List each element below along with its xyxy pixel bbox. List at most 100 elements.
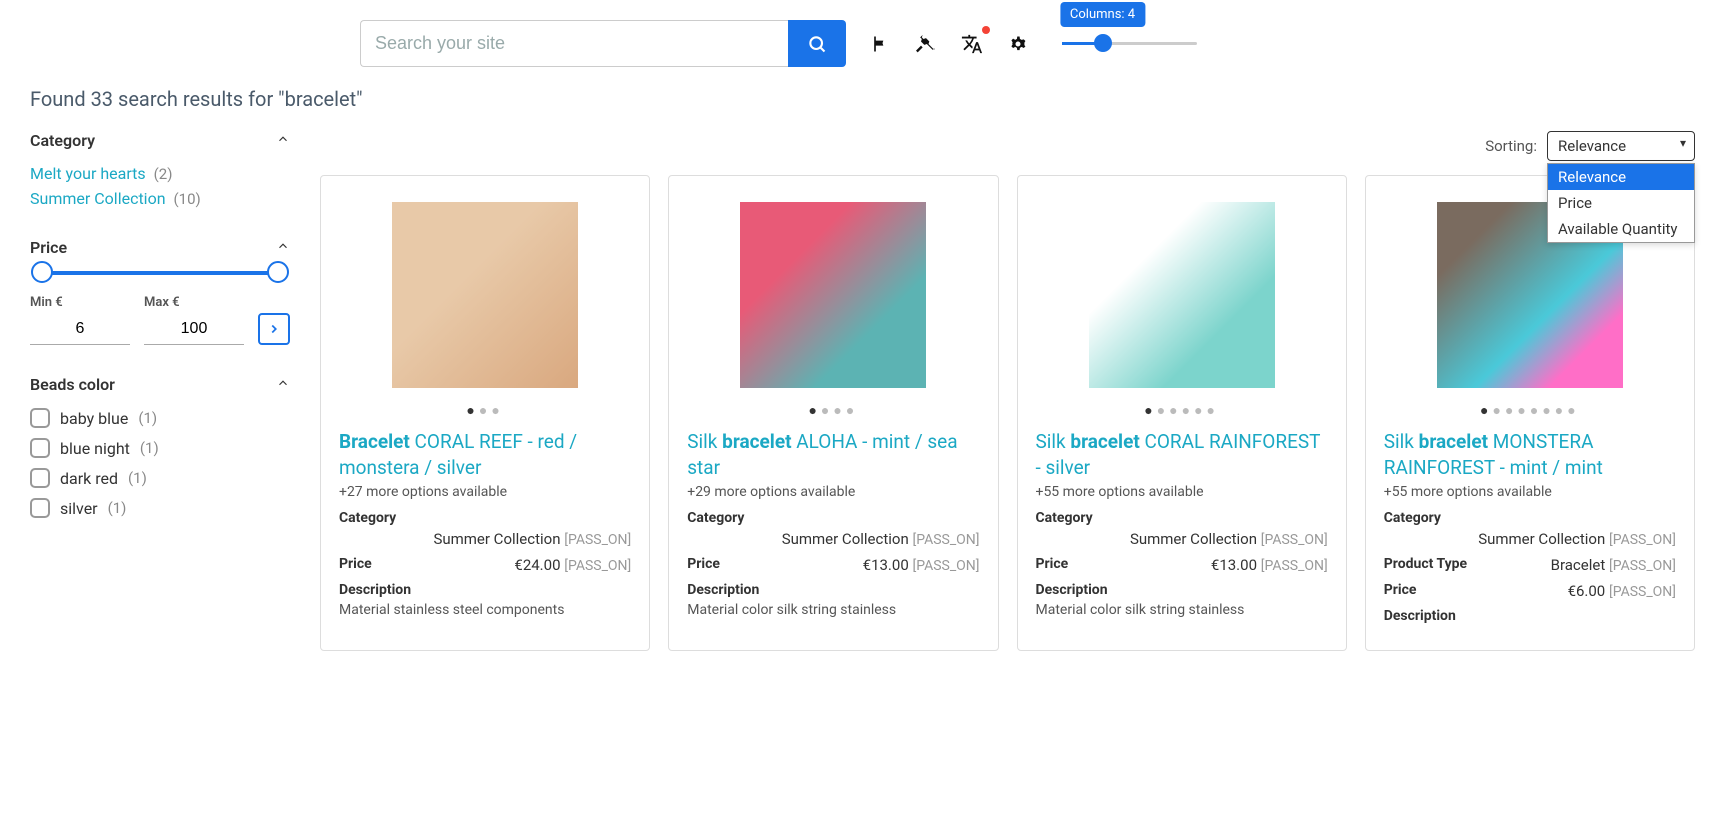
product-image[interactable] <box>1089 202 1275 388</box>
more-options: +55 more options available <box>1384 484 1676 500</box>
flag-icon[interactable] <box>868 32 892 56</box>
sort-option-price[interactable]: Price <box>1548 190 1694 216</box>
category-value: Summer Collection <box>1130 530 1257 548</box>
facet-header-category[interactable]: Category <box>30 131 290 150</box>
product-card: ●●●●●●●● Silk bracelet MONSTERA RAINFORE… <box>1365 175 1695 651</box>
meta-label-category: Category <box>1384 510 1676 526</box>
chevron-up-icon <box>276 375 290 394</box>
checkbox-label: silver <box>60 499 98 518</box>
checkbox[interactable] <box>30 498 50 518</box>
meta-label-description: Description <box>339 582 631 598</box>
carousel-dots[interactable]: ●●●●●●●● <box>1384 402 1676 419</box>
facet-beads-color: Beads color baby blue (1) blue night (1)… <box>30 375 290 518</box>
category-label: Summer Collection <box>30 189 166 208</box>
product-title[interactable]: Bracelet CORAL REEF - red / monstera / s… <box>339 429 631 480</box>
facet-header-beads[interactable]: Beads color <box>30 375 290 394</box>
slider-thumb[interactable] <box>1094 34 1112 52</box>
category-value: Summer Collection <box>433 530 560 548</box>
min-price-label: Min € <box>30 295 130 310</box>
checkbox-count: (1) <box>108 499 127 517</box>
columns-slider[interactable]: Columns: 4 <box>1062 42 1197 45</box>
facet-header-price[interactable]: Price <box>30 238 290 257</box>
category-label: Melt your hearts <box>30 164 146 183</box>
category-item[interactable]: Summer Collection (10) <box>30 189 290 208</box>
price-inputs: Min € Max € <box>30 295 290 345</box>
max-price-input[interactable] <box>144 314 244 345</box>
highlight: Bracelet <box>339 430 410 453</box>
category-item[interactable]: Melt your hearts (2) <box>30 164 290 183</box>
meta-label-product-type: Product Type <box>1384 556 1467 574</box>
slider-tooltip: Columns: 4 <box>1060 2 1145 27</box>
pass-tag: [PASS_ON] <box>1609 584 1676 600</box>
meta-label-price: Price <box>1036 556 1069 574</box>
product-card: ●●● Bracelet CORAL REEF - red / monstera… <box>320 175 650 651</box>
price-value: €24.00 <box>514 556 560 574</box>
checkbox-item[interactable]: silver (1) <box>30 498 290 518</box>
carousel-dots[interactable]: ●●● <box>339 402 631 419</box>
checkbox-label: blue night <box>60 439 130 458</box>
gear-icon[interactable] <box>1006 32 1030 56</box>
checkbox-item[interactable]: dark red (1) <box>30 468 290 488</box>
carousel-dots[interactable]: ●●●● <box>687 402 979 419</box>
checkbox[interactable] <box>30 468 50 488</box>
pass-tag: [PASS_ON] <box>1609 558 1676 574</box>
facet-title: Price <box>30 238 67 257</box>
category-count: (2) <box>154 165 173 183</box>
price-thumb-min[interactable] <box>31 261 53 283</box>
description-text: Material color silk string stainless <box>687 602 979 618</box>
more-options: +29 more options available <box>687 484 979 500</box>
topbar: Columns: 4 <box>0 0 1725 77</box>
meta-label-category: Category <box>339 510 631 526</box>
facet-price: Price Min € Max € <box>30 238 290 345</box>
meta-label-description: Description <box>1036 582 1328 598</box>
description-text: Material color silk string stainless <box>1036 602 1328 618</box>
sort-option-available-quantity[interactable]: Available Quantity <box>1548 216 1694 242</box>
translate-icon[interactable] <box>960 32 984 56</box>
product-image[interactable] <box>392 202 578 388</box>
product-image[interactable] <box>740 202 926 388</box>
sort-row: Sorting: Relevance Relevance Price Avail… <box>320 131 1695 161</box>
highlight: bracelet <box>1419 430 1488 453</box>
search-input[interactable] <box>360 20 788 67</box>
min-price-input[interactable] <box>30 314 130 345</box>
checkbox[interactable] <box>30 408 50 428</box>
chevron-up-icon <box>276 131 290 150</box>
checkbox-label: baby blue <box>60 409 128 428</box>
product-title[interactable]: Silk bracelet CORAL RAINFOREST - silver <box>1036 429 1328 480</box>
pass-tag: [PASS_ON] <box>1261 532 1328 548</box>
sort-dropdown: Relevance Price Available Quantity <box>1547 163 1695 243</box>
price-range-slider[interactable] <box>42 271 278 275</box>
price-apply-button[interactable] <box>258 313 290 345</box>
sort-select[interactable]: Relevance <box>1547 131 1695 161</box>
meta-label-category: Category <box>1036 510 1328 526</box>
title-pre: Silk <box>1036 430 1071 453</box>
checkbox-item[interactable]: blue night (1) <box>30 438 290 458</box>
checkbox-item[interactable]: baby blue (1) <box>30 408 290 428</box>
product-title[interactable]: Silk bracelet MONSTERA RAINFOREST - mint… <box>1384 429 1676 480</box>
chevron-up-icon <box>276 238 290 257</box>
meta-label-price: Price <box>1384 582 1417 600</box>
max-price-label: Max € <box>144 295 244 310</box>
slider-track <box>1062 42 1197 45</box>
meta-label-category: Category <box>687 510 979 526</box>
price-slider-fill <box>42 271 278 275</box>
highlight: bracelet <box>1070 430 1139 453</box>
pass-tag: [PASS_ON] <box>564 558 631 574</box>
category-count: (10) <box>174 190 201 208</box>
checkbox-label: dark red <box>60 469 118 488</box>
product-title[interactable]: Silk bracelet ALOHA - mint / sea star <box>687 429 979 480</box>
main: Category Melt your hearts (2) Summer Col… <box>0 131 1725 651</box>
sort-option-relevance[interactable]: Relevance <box>1548 164 1694 190</box>
checkbox-count: (1) <box>138 409 157 427</box>
pass-tag: [PASS_ON] <box>1261 558 1328 574</box>
search-button[interactable] <box>788 20 846 67</box>
notification-dot <box>982 26 990 34</box>
carousel-dots[interactable]: ●●●●●● <box>1036 402 1328 419</box>
price-value: €6.00 <box>1568 582 1606 600</box>
product-type-value: Bracelet <box>1551 556 1606 574</box>
tools-icon[interactable] <box>914 32 938 56</box>
checkbox[interactable] <box>30 438 50 458</box>
title-pre: Silk <box>687 430 722 453</box>
highlight: bracelet <box>722 430 791 453</box>
price-thumb-max[interactable] <box>267 261 289 283</box>
